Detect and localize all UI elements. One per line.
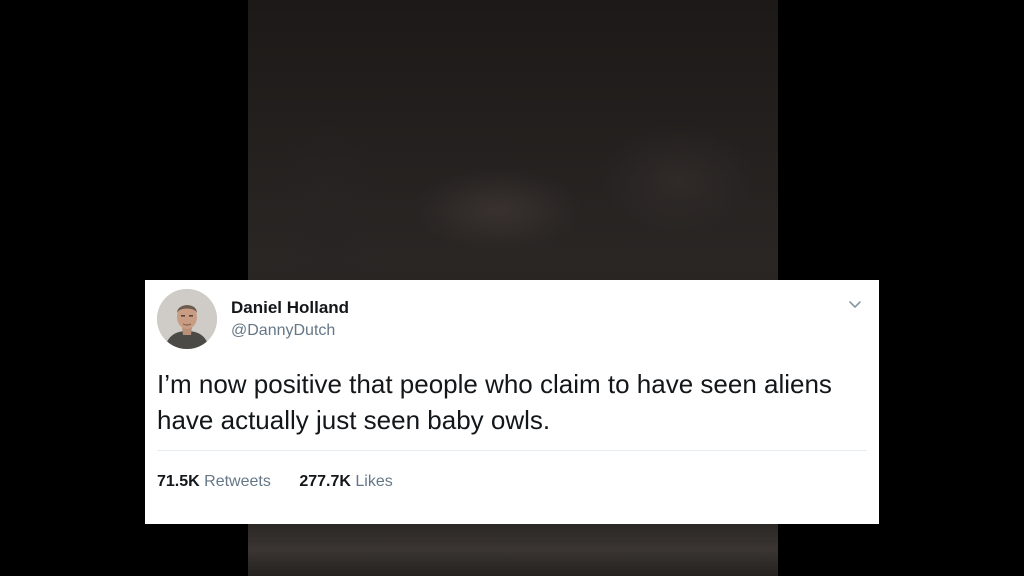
divider	[157, 450, 867, 451]
tweet-card[interactable]: Daniel Holland @DannyDutch I’m now posit…	[145, 280, 879, 524]
retweets-label: Retweets	[204, 473, 271, 490]
tweet-stats: 71.5K Retweets 277.7K Likes	[157, 473, 417, 491]
video-frame: Daniel Holland @DannyDutch I’m now posit…	[0, 0, 1024, 576]
author-display-name[interactable]: Daniel Holland	[231, 298, 349, 318]
author-handle[interactable]: @DannyDutch	[231, 322, 335, 340]
likes-stat[interactable]: 277.7K Likes	[299, 473, 392, 491]
tweet-text: I’m now positive that people who claim t…	[157, 369, 832, 435]
retweets-count: 71.5K	[157, 473, 200, 490]
chevron-down-icon[interactable]	[847, 296, 863, 312]
likes-count: 277.7K	[299, 473, 351, 490]
likes-label: Likes	[355, 473, 393, 490]
avatar-portrait-icon	[157, 289, 217, 349]
avatar[interactable]	[157, 289, 217, 349]
video-background-bottom	[248, 524, 778, 576]
retweets-stat[interactable]: 71.5K Retweets	[157, 473, 271, 491]
